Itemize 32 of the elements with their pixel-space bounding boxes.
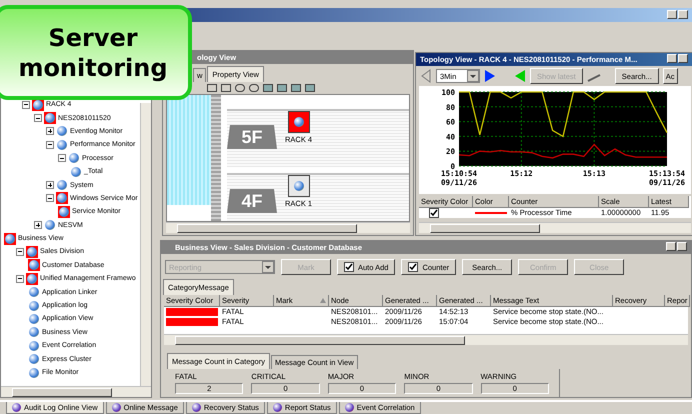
floor-label: 5F xyxy=(227,125,277,149)
expand-toggle[interactable] xyxy=(46,181,54,190)
scrollbar[interactable] xyxy=(166,222,410,233)
checkbox[interactable] xyxy=(429,208,439,218)
sort-icon xyxy=(320,298,326,303)
scrollbar[interactable] xyxy=(164,334,688,345)
maximize-button[interactable] xyxy=(678,54,688,63)
expand-toggle[interactable] xyxy=(22,100,30,109)
play-arrow-icon[interactable] xyxy=(484,69,496,83)
expand-toggle[interactable] xyxy=(16,274,24,283)
expand-toggle[interactable] xyxy=(16,248,24,256)
maximize-button[interactable] xyxy=(678,10,688,19)
back-arrow-icon[interactable] xyxy=(420,69,432,83)
checkbox[interactable] xyxy=(344,262,354,272)
minimize-button[interactable] xyxy=(667,54,677,63)
expand-toggle[interactable] xyxy=(34,221,42,230)
server-icon[interactable] xyxy=(288,111,310,133)
scrollbar[interactable] xyxy=(419,222,691,233)
expand-toggle[interactable] xyxy=(46,127,54,136)
scrollbar[interactable] xyxy=(140,103,151,386)
scrollbar[interactable] xyxy=(1,386,151,397)
expand-toggle[interactable] xyxy=(58,154,66,162)
minimize-button[interactable] xyxy=(667,10,677,19)
maximize-button[interactable] xyxy=(677,242,687,251)
server-icon[interactable] xyxy=(288,175,310,197)
minimize-button[interactable] xyxy=(666,242,676,251)
expand-toggle[interactable] xyxy=(34,114,42,122)
callout-banner: Server monitoring xyxy=(0,5,192,100)
floor-label: 4F xyxy=(227,189,277,213)
expand-toggle[interactable] xyxy=(46,194,54,202)
checkbox[interactable] xyxy=(408,262,418,272)
expand-toggle[interactable] xyxy=(46,140,54,149)
